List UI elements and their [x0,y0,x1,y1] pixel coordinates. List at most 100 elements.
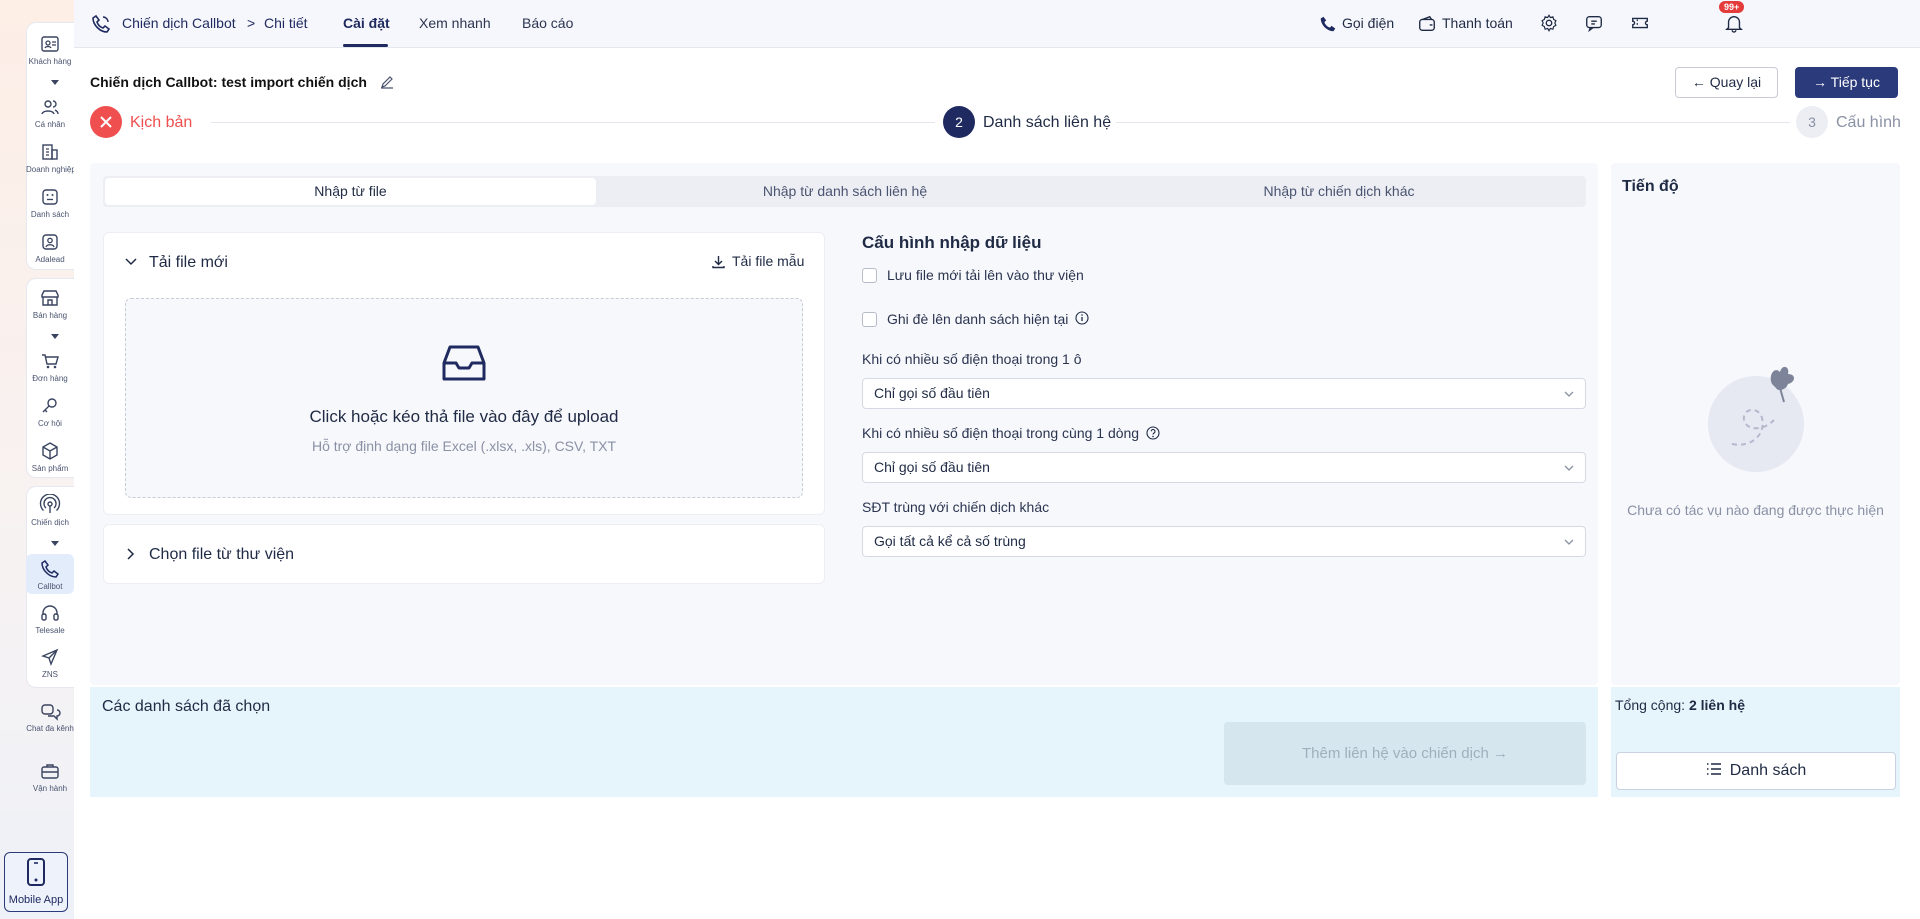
inbox-icon [442,345,486,381]
mobile-phone-icon [27,858,45,886]
multi-in-cell-label: Khi có nhiều số điện thoại trong 1 ô [862,351,1082,367]
checkbox[interactable] [862,268,877,283]
chevron-down-icon[interactable] [51,334,59,339]
ticket-icon[interactable] [1630,13,1650,33]
selected-lists-title: Các danh sách đã chọn [102,698,271,715]
download-icon[interactable] [711,254,726,269]
add-contacts-button[interactable]: Thêm liên hệ vào chiến dịch → [1224,722,1586,785]
sidebar-item-campaigns[interactable]: Chiến dịch [26,494,74,527]
send-icon [41,648,59,666]
multi-in-row-label: Khi có nhiều số điện thoại trong cùng 1 … [862,425,1160,441]
sidebar-item-business[interactable]: Doanh nghiệp [26,141,74,174]
list-button[interactable]: Danh sách [1616,752,1896,790]
step-1-label[interactable]: Kịch bản [130,114,192,132]
multi-in-row-select[interactable]: Chỉ gọi số đầu tiên [862,452,1586,483]
duplicate-select[interactable]: Gọi tất cả kể cả số trùng [862,526,1586,557]
active-tab-indicator [343,44,388,47]
back-button[interactable]: ← Quay lại [1675,67,1778,98]
phone-icon [92,14,111,33]
bell-icon[interactable] [1724,13,1744,33]
step-1-status[interactable] [90,106,122,138]
dropzone-formats: Hỗ trợ định dạng file Excel (.xlsx, .xls… [311,438,617,454]
file-dropzone[interactable]: Click hoặc kéo thả file vào đây để uploa… [125,298,803,498]
sidebar-item-adalead[interactable]: Adalead [26,231,74,264]
wallet-icon[interactable] [1417,14,1437,34]
chevron-down-icon[interactable] [51,541,59,546]
page-title: Chiến dịch Callbot: test import chiến dị… [90,74,367,90]
sidebar-item-opportunities[interactable]: Cơ hội [26,395,74,428]
store-icon [41,290,59,306]
step-connector [211,122,935,123]
users-icon [41,100,59,115]
list-icon [42,189,58,205]
chevron-down-icon [1564,465,1574,471]
sidebar-item-sales[interactable]: Bán hàng [26,287,74,320]
gear-icon[interactable] [1539,13,1559,33]
step-2-number[interactable]: 2 [943,106,975,138]
user-badge-icon [42,234,58,250]
notification-badge: 99+ [1719,1,1745,13]
broadcast-icon [39,494,61,513]
help-icon[interactable] [1146,426,1160,440]
tab-import-campaign[interactable]: Nhập từ chiến dịch khác [1092,176,1586,207]
chevron-down-icon[interactable] [51,80,59,85]
chevron-right-icon[interactable] [124,547,138,561]
sidebar-item-telesale[interactable]: Telesale [26,602,74,635]
phone-icon[interactable] [1318,14,1338,34]
headset-icon [41,605,59,621]
empty-state-illustration [1708,366,1804,472]
chat-icon [41,704,61,721]
progress-empty-text: Chưa có tác vụ nào đang được thực hiện [1627,502,1884,518]
step-3-label[interactable]: Cấu hình [1836,114,1901,132]
chevron-down-icon[interactable] [124,255,138,269]
multi-in-cell-select[interactable]: Chỉ gọi số đầu tiên [862,378,1586,409]
mobile-app-button[interactable]: Mobile App [4,852,68,912]
arrow-left-icon: ← [1691,74,1710,90]
message-icon[interactable] [1584,13,1604,33]
contact-card-icon [41,36,59,52]
tab-quick-view[interactable]: Xem nhanh [419,15,491,31]
chevron-down-icon [1564,539,1574,545]
tab-reports[interactable]: Báo cáo [522,15,573,31]
payment-button[interactable]: Thanh toán [1442,15,1513,31]
breadcrumb-current: Chi tiết [264,15,308,31]
sidebar-item-orders[interactable]: Đơn hàng [26,350,74,383]
step-connector [1116,122,1790,123]
sidebar-item-products[interactable]: Sản phẩm [26,440,74,473]
sidebar-item-operations[interactable]: Vận hành [26,760,74,793]
step-2-label[interactable]: Danh sách liên hệ [983,114,1111,132]
edit-icon[interactable] [379,74,395,90]
tab-import-contacts[interactable]: Nhập từ danh sách liên hệ [598,176,1092,207]
mobile-app-label: Mobile App [8,894,64,906]
arrow-right-icon: → [1488,745,1508,762]
tab-settings[interactable]: Cài đặt [343,15,390,31]
call-button[interactable]: Gọi điện [1342,15,1394,31]
duplicate-label: SĐT trùng với chiến dịch khác [862,499,1050,515]
sidebar-item-omnichat[interactable]: Chat đa kênh [26,700,74,733]
library-section-title[interactable]: Chọn file từ thư viện [149,546,294,564]
upload-section-title[interactable]: Tải file mới [149,254,228,272]
sidebar-item-personal[interactable]: Cá nhân [26,96,74,129]
next-button[interactable]: → Tiếp tục [1795,67,1898,98]
breadcrumb-root[interactable]: Chiến dịch Callbot [122,15,236,31]
info-icon[interactable] [1075,311,1089,325]
cart-icon [42,354,59,369]
sidebar-item-customers[interactable]: Khách hàng [26,33,74,66]
key-icon [42,398,57,413]
download-template-link[interactable]: Tải file mẫu [732,253,804,269]
building-icon [42,144,58,160]
arrow-right-icon: → [1813,74,1831,90]
overwrite-checkbox[interactable]: Ghi đè lên danh sách hiện tại [862,311,1089,327]
sidebar-item-zns[interactable]: ZNS [26,646,74,679]
sidebar-item-callbot[interactable]: Callbot [26,554,74,594]
tab-import-file[interactable]: Nhập từ file [105,178,596,205]
save-to-library-checkbox[interactable]: Lưu file mới tải lên vào thư viện [862,267,1084,283]
sidebar-item-lists[interactable]: Danh sách [26,186,74,219]
app-root: Khách hàng Cá nhân Doanh nghiệp Danh sác… [0,0,1920,919]
top-nav: Chiến dịch Callbot > Chi tiết Cài đặt Xe… [74,0,1920,48]
total-contacts: Tổng cộng: 2 liên hệ [1615,697,1745,713]
step-3-number[interactable]: 3 [1796,106,1828,138]
checkbox[interactable] [862,312,877,327]
phone-icon [41,559,60,578]
config-title: Cấu hình nhập dữ liệu [862,233,1042,252]
